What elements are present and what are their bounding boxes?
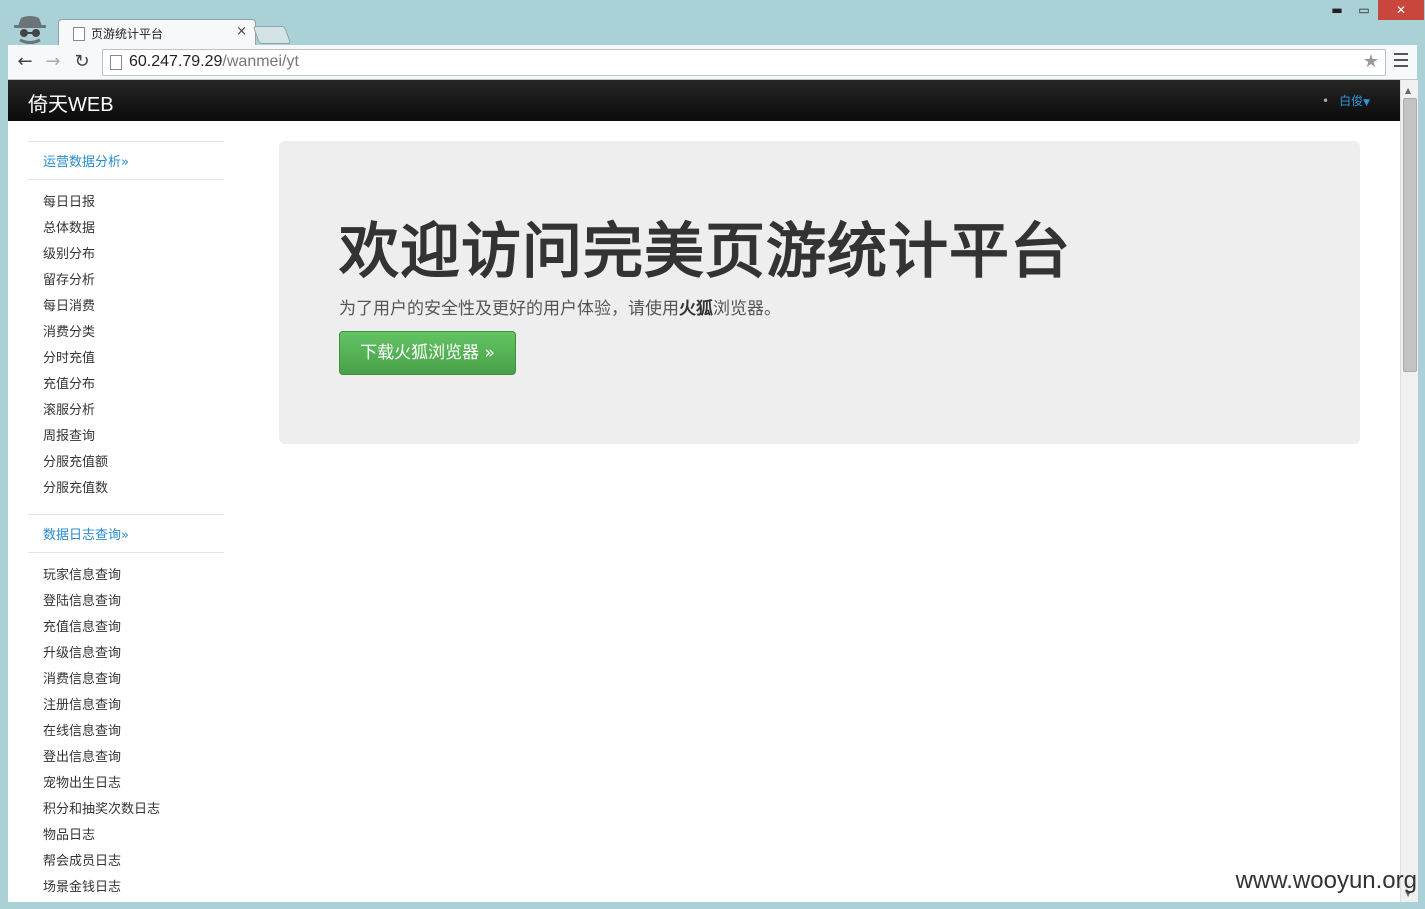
maximize-button[interactable]: ▭ xyxy=(1351,0,1377,20)
sidebar-logs-item[interactable]: 登出信息查询 xyxy=(28,745,224,771)
sidebar-logs-item[interactable]: 充值信息查询 xyxy=(28,615,224,641)
sidebar-ops-item[interactable]: 级别分布 xyxy=(28,242,224,268)
nav-list-operations: 每日日报 总体数据 级别分布 留存分析 每日消费 消费分类 分时充值 充值分布 滚服分析 周报查询… xyxy=(28,180,224,512)
nav-header-logs[interactable]: 数据日志查询» xyxy=(28,514,224,553)
subtitle-post: 浏览器。 xyxy=(713,299,781,319)
url-text[interactable]: 60.247.79.29/wanmei/yt xyxy=(129,53,299,71)
bullet-icon: • xyxy=(1321,94,1330,108)
url-host: 60.247.79.29 xyxy=(129,53,223,70)
scroll-up-arrow-icon[interactable]: ▲ xyxy=(1405,86,1411,95)
url-path: /wanmei/yt xyxy=(222,53,299,70)
sidebar-ops-item[interactable]: 总体数据 xyxy=(28,216,224,242)
browser-window: 页游统计平台 × ▬ ▭ ✕ ← → ↻ 60.247.79.29/wanmei… xyxy=(0,0,1425,909)
sidebar-logs-item[interactable]: 注册信息查询 xyxy=(28,693,224,719)
caret-down-icon: ▼ xyxy=(1363,98,1370,108)
page-viewport: 倚天WEB • 白俊▼ 运营数据分析» 每日日报 总体数据 级别分布 留存分析 每日消费消… xyxy=(8,80,1400,902)
subtitle-bold: 火狐 xyxy=(679,299,713,319)
nav-header-operations[interactable]: 运营数据分析» xyxy=(28,141,224,180)
bookmark-star-icon[interactable]: ★ xyxy=(1363,51,1379,72)
brand-link[interactable]: 倚天WEB xyxy=(28,88,114,117)
hero-subtitle: 为了用户的安全性及更好的用户体验，请使用火狐浏览器。 xyxy=(339,294,781,319)
hero-title: 欢迎访问完美页游统计平台 xyxy=(339,217,1071,287)
sidebar-logs-item[interactable]: 登陆信息查询 xyxy=(28,589,224,615)
forward-arrow-icon[interactable]: → xyxy=(42,51,64,73)
sidebar-ops-item[interactable]: 周报查询 xyxy=(28,424,224,450)
sidebar-logs-item[interactable]: 宠物出生日志 xyxy=(28,771,224,797)
minimize-button[interactable]: ▬ xyxy=(1324,0,1350,20)
sidebar-logs-item[interactable]: 物品日志 xyxy=(28,823,224,849)
browser-toolbar: ← → ↻ 60.247.79.29/wanmei/yt ★ xyxy=(8,45,1417,80)
nav-list-logs: 玩家信息查询 登陆信息查询 充值信息查询 升级信息查询 消费信息查询 注册信息查询 在线信息… xyxy=(28,553,224,902)
sidebar-ops-item[interactable]: 分时充值 xyxy=(28,346,224,372)
user-dropdown[interactable]: • 白俊▼ xyxy=(1322,92,1370,109)
vertical-scrollbar[interactable]: ▲ ▼ xyxy=(1400,80,1418,902)
sidebar-logs-item[interactable]: 玩家信息查询 xyxy=(28,563,224,589)
watermark: www.wooyun.org xyxy=(1235,867,1417,894)
sidebar-ops-item[interactable]: 充值分布 xyxy=(28,372,224,398)
page-icon xyxy=(110,55,122,70)
top-navbar: 倚天WEB • 白俊▼ xyxy=(8,80,1400,121)
sidebar-logs-item[interactable]: 帮会成员日志 xyxy=(28,849,224,875)
scroll-thumb[interactable] xyxy=(1403,98,1417,372)
sidebar: 运营数据分析» 每日日报 总体数据 级别分布 留存分析 每日消费 消费分类 分时充值 充值分布… xyxy=(28,141,224,902)
sidebar-ops-item[interactable]: 分服充值额 xyxy=(28,450,224,476)
user-name: 白俊 xyxy=(1339,94,1364,108)
address-bar[interactable]: 60.247.79.29/wanmei/yt ★ xyxy=(102,49,1386,76)
new-tab-button[interactable] xyxy=(252,26,292,44)
sidebar-ops-item[interactable]: 滚服分析 xyxy=(28,398,224,424)
sidebar-logs-item[interactable]: 积分和抽奖次数日志 xyxy=(28,797,224,823)
close-window-button[interactable]: ✕ xyxy=(1378,0,1424,20)
sidebar-logs-item[interactable]: 升级信息查询 xyxy=(28,641,224,667)
download-firefox-button[interactable]: 下载火狐浏览器 » xyxy=(339,331,516,375)
browser-tab[interactable]: 页游统计平台 × xyxy=(58,19,256,47)
sidebar-logs-item[interactable]: 消费信息查询 xyxy=(28,667,224,693)
sidebar-ops-item[interactable]: 每日消费 xyxy=(28,294,224,320)
subtitle-pre: 为了用户的安全性及更好的用户体验，请使用 xyxy=(339,299,679,319)
sidebar-ops-item[interactable]: 留存分析 xyxy=(28,268,224,294)
hero-unit: 欢迎访问完美页游统计平台 为了用户的安全性及更好的用户体验，请使用火狐浏览器。 … xyxy=(279,141,1360,444)
page-icon xyxy=(73,27,85,41)
sidebar-logs-item[interactable]: 在线信息查询 xyxy=(28,719,224,745)
chrome-menu-icon[interactable] xyxy=(1394,53,1408,69)
sidebar-ops-item[interactable]: 分服充值数 xyxy=(28,476,224,502)
incognito-icon xyxy=(14,16,46,44)
back-arrow-icon[interactable]: ← xyxy=(14,51,36,73)
reload-icon[interactable]: ↻ xyxy=(71,51,93,73)
sidebar-logs-item[interactable]: 场景金钱日志 xyxy=(28,875,224,901)
sidebar-ops-item[interactable]: 每日日报 xyxy=(28,190,224,216)
tab-title: 页游统计平台 xyxy=(91,27,164,41)
sidebar-ops-item[interactable]: 消费分类 xyxy=(28,320,224,346)
close-tab-icon[interactable]: × xyxy=(236,24,247,39)
